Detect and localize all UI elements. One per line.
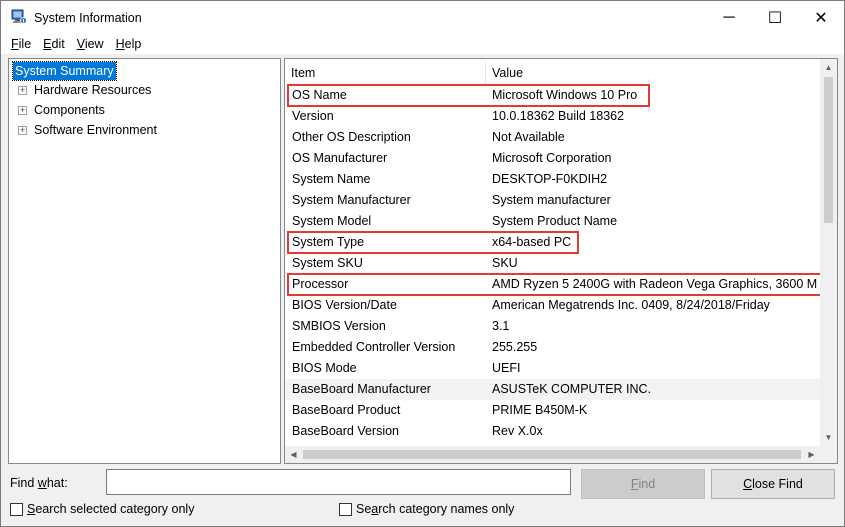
search-category-names-checkbox[interactable]: Search category names only xyxy=(339,502,514,516)
table-row[interactable]: BIOS Version/Date American Megatrends Inc… xyxy=(285,295,820,316)
search-selected-category-label: Search selected category only xyxy=(27,502,195,516)
row-item-cell: System SKU xyxy=(292,256,363,270)
scroll-left-icon[interactable]: ◀ xyxy=(285,446,302,463)
menu-help[interactable]: Help xyxy=(110,37,148,51)
row-item-cell: BaseBoard Manufacturer xyxy=(292,382,431,396)
vertical-scroll-thumb[interactable] xyxy=(824,77,833,223)
scroll-right-icon[interactable]: ▶ xyxy=(803,446,820,463)
horizontal-scroll-thumb[interactable] xyxy=(303,450,801,459)
row-value-cell: AMD Ryzen 5 2400G with Radeon Vega Graph… xyxy=(492,277,818,291)
row-value-cell: PRIME B450M-K xyxy=(492,403,588,417)
table-row[interactable]: System SKU SKU xyxy=(285,253,820,274)
find-what-label: Find what: xyxy=(10,476,68,490)
row-item-cell: System Manufacturer xyxy=(292,193,411,207)
maximize-icon: ☐ xyxy=(767,9,783,27)
checkbox-box[interactable] xyxy=(339,502,352,516)
row-value-cell: x64-based PC xyxy=(492,235,572,249)
minimize-button[interactable]: ─ xyxy=(706,1,752,34)
title-bar: System Information ─ ☐ ✕ xyxy=(1,1,844,34)
tree-item-hardware-resources[interactable]: Hardware Resources xyxy=(34,81,151,99)
row-item-cell: SMBIOS Version xyxy=(292,319,386,333)
expand-components-icon[interactable]: + xyxy=(18,106,27,115)
menu-view[interactable]: View xyxy=(71,37,110,51)
row-item-cell: Other OS Description xyxy=(292,130,411,144)
menu-file[interactable]: File xyxy=(5,37,37,51)
table-row[interactable]: BaseBoard Version Rev X.0x xyxy=(285,421,820,442)
table-row[interactable]: Processor AMD Ryzen 5 2400G with Radeon V… xyxy=(285,273,822,296)
tree-item-system-summary[interactable]: System Summary xyxy=(12,61,117,81)
list-rows: OS Name Microsoft Windows 10 Pro Version 10… xyxy=(285,84,822,442)
checkbox-box[interactable] xyxy=(10,502,23,516)
row-item-cell: OS Name xyxy=(292,88,347,102)
row-item-cell: Processor xyxy=(292,277,349,291)
row-item-cell: BIOS Mode xyxy=(292,361,357,375)
row-value-cell: DESKTOP-F0KDIH2 xyxy=(492,172,608,186)
row-item-cell: System Name xyxy=(292,172,371,186)
row-item-cell: BIOS Version/Date xyxy=(292,298,397,312)
list-header: Item Value xyxy=(285,62,820,84)
find-button[interactable]: Find xyxy=(581,469,705,499)
column-header-value[interactable]: Value xyxy=(486,62,820,84)
table-row[interactable]: OS Name Microsoft Windows 10 Pro xyxy=(285,84,820,107)
row-value-cell: 255.255 xyxy=(492,340,538,354)
row-value-cell: Microsoft Windows 10 Pro xyxy=(492,88,638,102)
system-info-icon xyxy=(11,9,27,24)
scroll-up-icon[interactable]: ▲ xyxy=(820,59,837,76)
vertical-scrollbar[interactable]: ▲ ▼ xyxy=(820,59,837,446)
scroll-down-icon[interactable]: ▼ xyxy=(820,429,837,446)
row-value-cell: Microsoft Corporation xyxy=(492,151,612,165)
search-selected-category-checkbox[interactable]: Search selected category only xyxy=(10,502,194,516)
table-row[interactable]: Embedded Controller Version 255.255 xyxy=(285,337,820,358)
table-row[interactable]: System Model System Product Name xyxy=(285,211,820,232)
minimize-icon: ─ xyxy=(723,8,735,26)
expand-hardware-resources-icon[interactable]: + xyxy=(18,86,27,95)
window-title: System Information xyxy=(34,11,142,25)
maximize-button[interactable]: ☐ xyxy=(752,1,798,34)
table-row[interactable]: BaseBoard Product PRIME B450M-K xyxy=(285,400,820,421)
row-value-cell: American Megatrends Inc. 0409, 8/24/2018… xyxy=(492,298,770,312)
row-value-cell: Not Available xyxy=(492,130,565,144)
scrollbar-corner xyxy=(820,446,837,463)
table-row[interactable]: BIOS Mode UEFI xyxy=(285,358,820,379)
table-row[interactable]: BaseBoard Manufacturer ASUSTeK COMPUTER I… xyxy=(285,379,820,400)
row-value-cell: 3.1 xyxy=(492,319,510,333)
row-item-cell: BaseBoard Product xyxy=(292,403,401,417)
row-item-cell: OS Manufacturer xyxy=(292,151,388,165)
tree-item-components[interactable]: Components xyxy=(34,101,105,119)
row-item-cell: BaseBoard Version xyxy=(292,424,400,438)
close-icon: ✕ xyxy=(814,9,828,27)
menu-edit[interactable]: Edit xyxy=(37,37,71,51)
table-row[interactable]: OS Manufacturer Microsoft Corporation xyxy=(285,148,820,169)
search-category-names-label: Search category names only xyxy=(356,502,515,516)
row-value-cell: System Product Name xyxy=(492,214,618,228)
row-value-cell: System manufacturer xyxy=(492,193,611,207)
table-row[interactable]: System Type x64-based PC xyxy=(285,231,820,254)
find-what-input[interactable] xyxy=(106,469,571,495)
expand-software-environment-icon[interactable]: + xyxy=(18,126,27,135)
column-header-item[interactable]: Item xyxy=(285,62,486,84)
tree-item-software-environment[interactable]: Software Environment xyxy=(34,121,157,139)
category-tree[interactable]: System Summary + Hardware Resources + Co… xyxy=(8,58,281,464)
row-value-cell: 10.0.18362 Build 18362 xyxy=(492,109,625,123)
system-information-window: System Information ─ ☐ ✕ File Edit View … xyxy=(0,0,845,527)
close-button[interactable]: ✕ xyxy=(798,1,844,34)
horizontal-scrollbar[interactable]: ◀ ▶ xyxy=(285,446,820,463)
row-item-cell: Embedded Controller Version xyxy=(292,340,456,354)
row-item-cell: Version xyxy=(292,109,334,123)
table-row[interactable]: SMBIOS Version 3.1 xyxy=(285,316,820,337)
table-row[interactable]: Version 10.0.18362 Build 18362 xyxy=(285,106,820,127)
row-item-cell: System Model xyxy=(292,214,372,228)
close-find-button[interactable]: Close Find xyxy=(711,469,835,499)
row-value-cell: UEFI xyxy=(492,361,521,375)
table-row[interactable]: Other OS Description Not Available xyxy=(285,127,820,148)
row-item-cell: System Type xyxy=(292,235,365,249)
row-value-cell: ASUSTeK COMPUTER INC. xyxy=(492,382,652,396)
menu-bar: File Edit View Help xyxy=(1,34,844,54)
table-row[interactable]: System Name DESKTOP-F0KDIH2 xyxy=(285,169,820,190)
table-row[interactable]: System Manufacturer System manufacturer xyxy=(285,190,820,211)
row-value-cell: Rev X.0x xyxy=(492,424,543,438)
details-list[interactable]: Item Value OS Name Microsoft Windows 10 P… xyxy=(284,58,838,464)
row-value-cell: SKU xyxy=(492,256,518,270)
